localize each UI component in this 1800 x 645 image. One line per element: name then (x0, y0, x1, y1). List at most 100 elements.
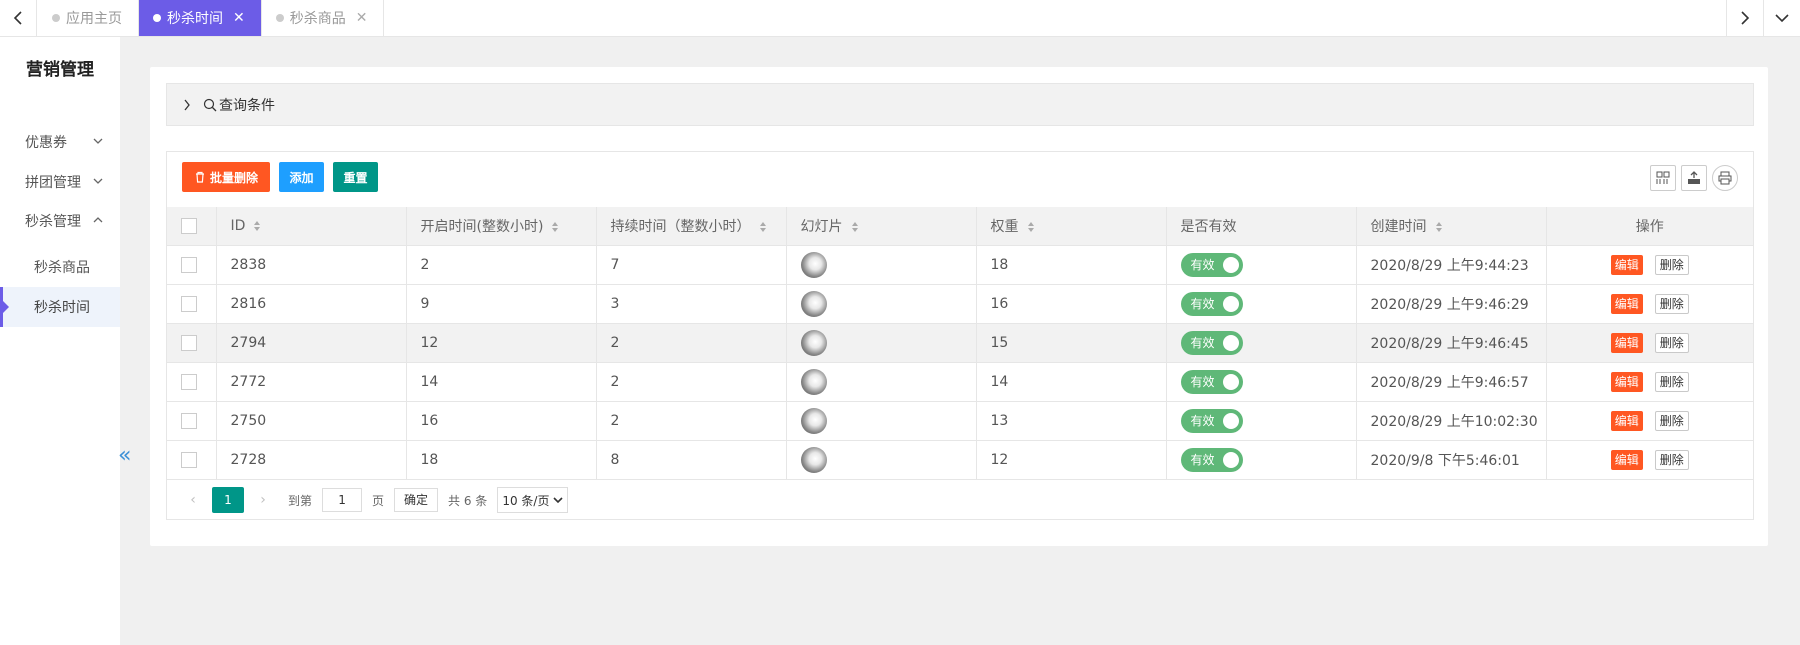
sort-icon[interactable] (1027, 221, 1035, 233)
add-button[interactable]: 添加 (279, 162, 324, 192)
pagination: ‹ 1 › 到第 1 页 确定 共 6 条 10 条/页 (167, 481, 1753, 519)
sort-icon[interactable] (551, 221, 559, 233)
sidebar-subitem-label: 秒杀时间 (34, 300, 90, 316)
main-card: 查询条件 批量删除 添加 重置 ID 开启时间(整数小时) 持续时间（整数小时）… (150, 67, 1768, 546)
tab-seckill-goods[interactable]: 秒杀商品 ✕ (262, 0, 385, 36)
valid-toggle[interactable]: 有效 (1180, 369, 1243, 394)
edit-button[interactable]: 编辑 (1610, 449, 1643, 470)
close-icon[interactable]: ✕ (356, 10, 368, 26)
header-label: 权重 (990, 218, 1019, 235)
slide-thumbnail[interactable] (800, 329, 827, 356)
sidebar-item-coupon[interactable]: 优惠券 (0, 122, 120, 162)
cell-id: 2838 (216, 245, 407, 285)
valid-toggle[interactable]: 有效 (1180, 330, 1243, 355)
header-duration[interactable]: 持续时间（整数小时） (596, 207, 787, 246)
batch-delete-button[interactable]: 批量删除 (182, 162, 270, 192)
delete-button[interactable]: 删除 (1654, 371, 1689, 392)
table-row: 2728 18 8 12 有效 2020/9/8 下午5:46:01 编辑 删除 (167, 440, 1753, 480)
slide-thumbnail[interactable] (800, 368, 827, 395)
sort-icon[interactable] (759, 221, 767, 233)
cell-ops: 编辑 删除 (1546, 245, 1753, 285)
row-checkbox-cell (167, 362, 217, 402)
row-checkbox[interactable] (181, 412, 197, 429)
chevron-right-icon (184, 99, 190, 110)
tab-label: 应用主页 (66, 11, 122, 27)
edit-button[interactable]: 编辑 (1610, 293, 1643, 314)
current-page[interactable]: 1 (212, 487, 244, 513)
header-created-time[interactable]: 创建时间 (1356, 207, 1547, 246)
tab-seckill-time[interactable]: 秒杀时间 ✕ (139, 0, 262, 36)
row-checkbox[interactable] (181, 334, 197, 351)
tab-home[interactable]: 应用主页 (38, 0, 139, 36)
delete-button[interactable]: 删除 (1654, 254, 1689, 275)
collapse-sidebar-icon[interactable]: « (118, 443, 131, 468)
tab-scroll-right-button[interactable] (1726, 0, 1763, 36)
delete-button[interactable]: 删除 (1654, 332, 1689, 353)
table-toolbar: 批量删除 添加 重置 (167, 152, 1753, 207)
confirm-page-button[interactable]: 确定 (394, 488, 439, 512)
page-size-select[interactable]: 10 条/页 (497, 487, 569, 513)
batch-delete-label: 批量删除 (209, 170, 258, 185)
header-slides[interactable]: 幻灯片 (786, 207, 977, 246)
edit-button[interactable]: 编辑 (1610, 332, 1643, 353)
tab-scroll-left-button[interactable] (0, 0, 37, 36)
slide-thumbnail[interactable] (800, 290, 827, 317)
chevron-down-icon (553, 497, 564, 504)
print-icon[interactable] (1712, 165, 1738, 191)
cell-created: 2020/8/29 上午9:46:29 (1356, 284, 1547, 324)
cell-id: 2772 (216, 362, 407, 402)
page-number-input[interactable]: 1 (322, 488, 363, 512)
export-icon[interactable] (1681, 165, 1707, 191)
query-panel-header[interactable]: 查询条件 (166, 83, 1754, 126)
header-start-time[interactable]: 开启时间(整数小时) (406, 207, 597, 246)
row-checkbox[interactable] (181, 256, 197, 273)
valid-toggle[interactable]: 有效 (1180, 291, 1243, 316)
cell-status: 有效 (1166, 362, 1357, 402)
delete-button[interactable]: 删除 (1654, 449, 1689, 470)
tab-dot-icon (153, 14, 161, 22)
table-header-row: ID 开启时间(整数小时) 持续时间（整数小时） 幻灯片 权重 是否有效 创建时… (167, 207, 1753, 246)
delete-button[interactable]: 删除 (1654, 293, 1689, 314)
valid-toggle[interactable]: 有效 (1180, 408, 1243, 433)
header-id[interactable]: ID (216, 207, 407, 246)
sidebar-item-group-buy[interactable]: 拼团管理 (0, 162, 120, 202)
sidebar-item-seckill[interactable]: 秒杀管理 (0, 201, 120, 241)
slide-thumbnail[interactable] (800, 446, 827, 473)
edit-button[interactable]: 编辑 (1610, 254, 1643, 275)
tab-menu-button[interactable] (1763, 0, 1800, 36)
select-all-checkbox[interactable] (181, 217, 197, 234)
sort-icon[interactable] (253, 220, 261, 232)
header-checkbox-cell (167, 207, 217, 246)
sidebar-item-label: 拼团管理 (25, 175, 81, 191)
row-checkbox[interactable] (181, 373, 197, 390)
reset-button[interactable]: 重置 (333, 162, 378, 192)
row-checkbox-cell (167, 323, 217, 363)
valid-toggle[interactable]: 有效 (1180, 252, 1243, 277)
sort-icon[interactable] (1435, 221, 1443, 233)
cell-ops: 编辑 删除 (1546, 284, 1753, 324)
row-checkbox[interactable] (181, 295, 197, 312)
tab-label: 秒杀时间 (167, 11, 223, 27)
prev-page-icon[interactable]: ‹ (182, 492, 204, 508)
header-weight[interactable]: 权重 (976, 207, 1167, 246)
close-icon[interactable]: ✕ (233, 10, 245, 26)
cell-weight: 14 (976, 362, 1167, 402)
sidebar-subitem-seckill-goods[interactable]: 秒杀商品 (0, 247, 120, 287)
header-operations: 操作 (1546, 207, 1753, 246)
edit-button[interactable]: 编辑 (1610, 371, 1643, 392)
valid-toggle[interactable]: 有效 (1180, 447, 1243, 472)
edit-button[interactable]: 编辑 (1610, 410, 1643, 431)
tab-dot-icon (52, 14, 60, 22)
sidebar-title: 营销管理 (26, 60, 94, 80)
sort-icon[interactable] (851, 221, 859, 233)
next-page-icon[interactable]: › (252, 492, 274, 508)
sidebar-subitem-seckill-time[interactable]: 秒杀时间 (0, 287, 120, 327)
toggle-label: 有效 (1190, 258, 1215, 272)
cell-duration: 3 (596, 284, 787, 324)
column-filter-icon[interactable] (1650, 165, 1676, 191)
slide-thumbnail[interactable] (800, 407, 827, 434)
delete-button[interactable]: 删除 (1654, 410, 1689, 431)
cell-slide (786, 440, 977, 480)
slide-thumbnail[interactable] (800, 251, 827, 278)
row-checkbox[interactable] (181, 451, 197, 468)
